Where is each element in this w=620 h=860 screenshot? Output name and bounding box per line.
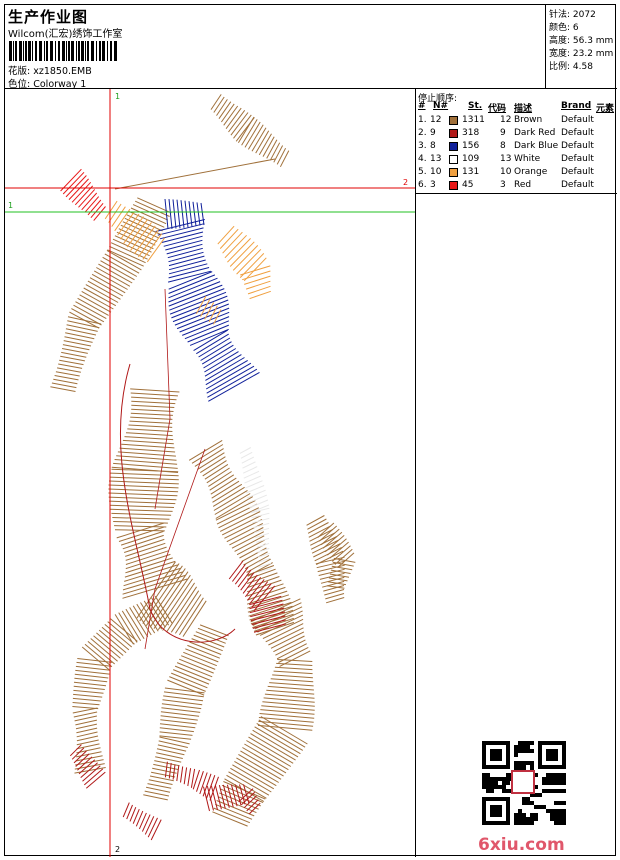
row-n: 3 [430,180,436,190]
header-panel: 生产作业图 Wilcom(汇宏)绣饰工作室 花版: xz1850.EMB 色位:… [5,5,546,90]
studio-name: Wilcom(汇宏)绣饰工作室 [8,29,123,40]
production-sheet: 生产作业图 Wilcom(汇宏)绣饰工作室 花版: xz1850.EMB 色位:… [4,4,617,857]
row-code: 9 [500,128,506,138]
row-code: 12 [500,115,512,125]
row-description: Red [514,180,532,190]
row-index: 5. [418,167,427,177]
col-header-index: # [418,101,426,111]
row-index: 2. [418,128,427,138]
row-n: 13 [430,154,442,164]
color-swatch [449,181,458,190]
color-swatch [449,129,458,138]
color-row: 2. 9 318 9 Dark Red Default [416,128,617,141]
color-swatch [449,142,458,151]
filename-line: 花版: xz1850.EMB [8,63,92,77]
guide-marker-top: 1 [115,92,121,101]
row-stitches: 156 [462,141,480,151]
row-stitches: 109 [462,154,480,164]
design-width: 宽度: 23.2 mm [549,49,614,59]
row-stitches: 45 [462,180,474,190]
row-code: 13 [500,154,512,164]
row-n: 10 [430,167,442,177]
row-code: 8 [500,141,506,151]
row-index: 6. [418,180,427,190]
row-brand: Default [561,180,594,190]
guide-marker-bottom: 2 [115,845,121,854]
color-row: 4. 13 109 13 White Default [416,154,617,167]
row-index: 4. [418,154,427,164]
stitch-count: 针法: 2072 [549,10,596,20]
row-description: Dark Blue [514,141,559,151]
design-scale: 比例: 4.58 [549,62,593,72]
row-brand: Default [561,115,594,125]
color-swatch [449,155,458,164]
row-code: 10 [500,167,512,177]
col-header-brand: Brand [561,101,592,111]
col-header-stitches: St. [468,101,483,111]
color-sequence-panel: 停止顺序: # N# St. 代码 描述 Brand 元素 1. 12 1311 12… [416,89,617,857]
row-n: 9 [430,128,436,138]
embroidery-artwork [5,89,415,857]
row-brand: Default [561,141,594,151]
stitch-layer [50,94,356,841]
row-stitches: 318 [462,128,480,138]
color-row: 1. 12 1311 12 Brown Default [416,115,617,128]
row-n: 12 [430,115,442,125]
color-swatch [449,116,458,125]
colorway-line: 色位: Colorway 1 [8,76,86,90]
row-stitches: 1311 [462,115,485,125]
design-preview: 1 2 1 2 [5,89,416,857]
col-header-description: 描述 [514,104,533,114]
page-title: 生产作业图 [8,8,89,26]
guide-marker-right: 2 [403,178,409,187]
design-height: 高度: 56.3 mm [549,36,614,46]
row-brand: Default [561,167,594,177]
row-index: 1. [418,115,427,125]
col-header-code: 代码 [488,104,507,114]
row-stitches: 131 [462,167,480,177]
barcode [9,41,117,61]
row-description: Orange [514,167,548,177]
guide-marker-left: 1 [8,201,14,210]
color-row: 6. 3 45 3 Red Default [416,180,617,193]
table-divider [416,193,617,194]
stats-panel: 针法: 2072 颜色: 6 高度: 56.3 mm 宽度: 23.2 mm 比… [546,5,617,89]
row-brand: Default [561,154,594,164]
row-description: Dark Red [514,128,556,138]
col-header-n: N# [433,101,449,111]
color-row: 3. 8 156 8 Dark Blue Default [416,141,617,154]
color-swatch [449,168,458,177]
row-description: White [514,154,541,164]
color-count: 颜色: 6 [549,23,579,33]
row-n: 8 [430,141,436,151]
row-index: 3. [418,141,427,151]
row-description: Brown [514,115,543,125]
row-code: 3 [500,180,506,190]
watermark-logo: 6xiu.com [478,835,565,855]
color-row: 5. 10 131 10 Orange Default [416,167,617,180]
row-brand: Default [561,128,594,138]
qr-code [482,741,566,825]
col-header-element: 元素 [596,104,615,114]
